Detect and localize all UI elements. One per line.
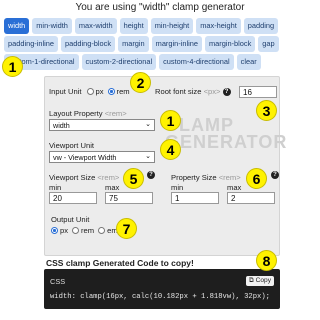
property-chip-max-width[interactable]: max-width xyxy=(74,18,117,34)
property-chip-gap[interactable]: gap xyxy=(258,36,279,52)
help-icon[interactable]: ? xyxy=(147,171,155,179)
annotation-badge-5: 5 xyxy=(123,168,144,189)
output-unit-px-label[interactable]: px xyxy=(60,226,68,235)
copy-button[interactable]: ⧉ Copy xyxy=(246,276,274,286)
property-chip-padding[interactable]: padding xyxy=(243,18,279,34)
annotation-badge-8: 8 xyxy=(256,250,277,271)
property-chip-min-height[interactable]: min-height xyxy=(150,18,194,34)
annotation-badge-7: 7 xyxy=(116,218,137,239)
property-size-label: Property Size <rem> xyxy=(171,173,241,182)
property-chip-margin-inline[interactable]: margin-inline xyxy=(151,36,202,52)
chevron-down-icon: ⌄ xyxy=(145,153,151,160)
input-unit-px-radio[interactable] xyxy=(86,88,94,95)
viewport-unit-select[interactable]: vw - Viewport Width ⌄ xyxy=(49,151,155,163)
property-chip-min-width[interactable]: min-width xyxy=(32,18,72,34)
generated-code[interactable]: width: clamp(16px, calc(10.182px + 1.818… xyxy=(50,293,270,301)
help-icon[interactable]: ? xyxy=(222,88,231,96)
annotation-badge-1: 1 xyxy=(2,56,23,77)
property-chip-clear[interactable]: clear xyxy=(236,54,261,70)
property-chip-margin-block[interactable]: margin-block xyxy=(204,36,256,52)
property-chip-max-height[interactable]: max-height xyxy=(196,18,241,34)
property-chip-margin[interactable]: margin xyxy=(118,36,149,52)
root-font-size-input[interactable]: 16 xyxy=(239,86,277,98)
property-chip-height[interactable]: height xyxy=(119,18,148,34)
property-min-label: min xyxy=(171,183,184,192)
chevron-down-icon: ⌄ xyxy=(145,121,151,128)
output-unit-rem-label[interactable]: rem xyxy=(81,226,94,235)
viewport-max-label: max xyxy=(105,183,120,192)
layout-property-label: Layout Property <rem> xyxy=(49,109,127,118)
input-unit-group: Input Unit px rem xyxy=(49,87,130,96)
viewport-min-input[interactable]: 20 xyxy=(49,192,97,204)
root-font-size-label: Root font size <px> ? xyxy=(155,87,231,96)
input-unit-rem-label[interactable]: rem xyxy=(117,87,130,96)
output-heading: CSS clamp Generated Code to copy! xyxy=(46,258,194,268)
layout-property-select[interactable]: width ⌄ xyxy=(49,119,155,131)
settings-panel: CLAMP GENERATOR Input Unit px rem Root f… xyxy=(44,76,286,256)
output-unit-rem-radio[interactable] xyxy=(72,227,80,234)
clamp-generator-logo: CLAMP GENERATOR xyxy=(165,115,288,152)
property-chip-padding-inline[interactable]: padding-inline xyxy=(4,36,59,52)
output-unit-em-radio[interactable] xyxy=(98,227,106,234)
viewport-size-label: Viewport Size <rem> xyxy=(49,173,120,182)
viewport-max-input[interactable]: 75 xyxy=(105,192,153,204)
property-min-input[interactable]: 1 xyxy=(171,192,219,204)
page-title: You are using "width" clamp generator xyxy=(75,2,245,13)
annotation-badge-6: 6 xyxy=(246,168,267,189)
viewport-unit-label: Viewport Unit xyxy=(49,141,95,150)
annotation-badge-3: 3 xyxy=(256,100,277,121)
property-max-label: max xyxy=(227,183,242,192)
viewport-min-label: min xyxy=(49,183,62,192)
input-unit-rem-radio[interactable] xyxy=(107,88,115,95)
property-chip-custom-2-directional[interactable]: custom-2-directional xyxy=(81,54,157,70)
property-chip-list: width min-width max-width height min-height m… xyxy=(4,18,318,70)
property-max-input[interactable]: 2 xyxy=(227,192,275,204)
input-unit-label: Input Unit xyxy=(49,87,82,96)
property-chip-width[interactable]: width xyxy=(4,18,30,34)
input-unit-px-label[interactable]: px xyxy=(96,87,104,96)
code-language-label: CSS xyxy=(50,277,66,286)
output-unit-px-radio[interactable] xyxy=(51,227,58,234)
annotation-badge-4: 4 xyxy=(160,139,181,160)
code-block: CSS ⧉ Copy width: clamp(16px, calc(10.18… xyxy=(44,269,280,309)
property-chip-padding-block[interactable]: padding-block xyxy=(61,36,116,52)
property-chip-custom-4-directional[interactable]: custom-4-directional xyxy=(159,54,234,70)
help-icon[interactable]: ? xyxy=(271,171,279,179)
output-unit-group: px rem em xyxy=(51,226,118,235)
copy-icon: ⧉ xyxy=(249,277,254,284)
annotation-badge-1b: 1 xyxy=(160,110,181,131)
annotation-badge-2: 2 xyxy=(130,72,151,93)
output-unit-label: Output Unit xyxy=(51,215,90,224)
